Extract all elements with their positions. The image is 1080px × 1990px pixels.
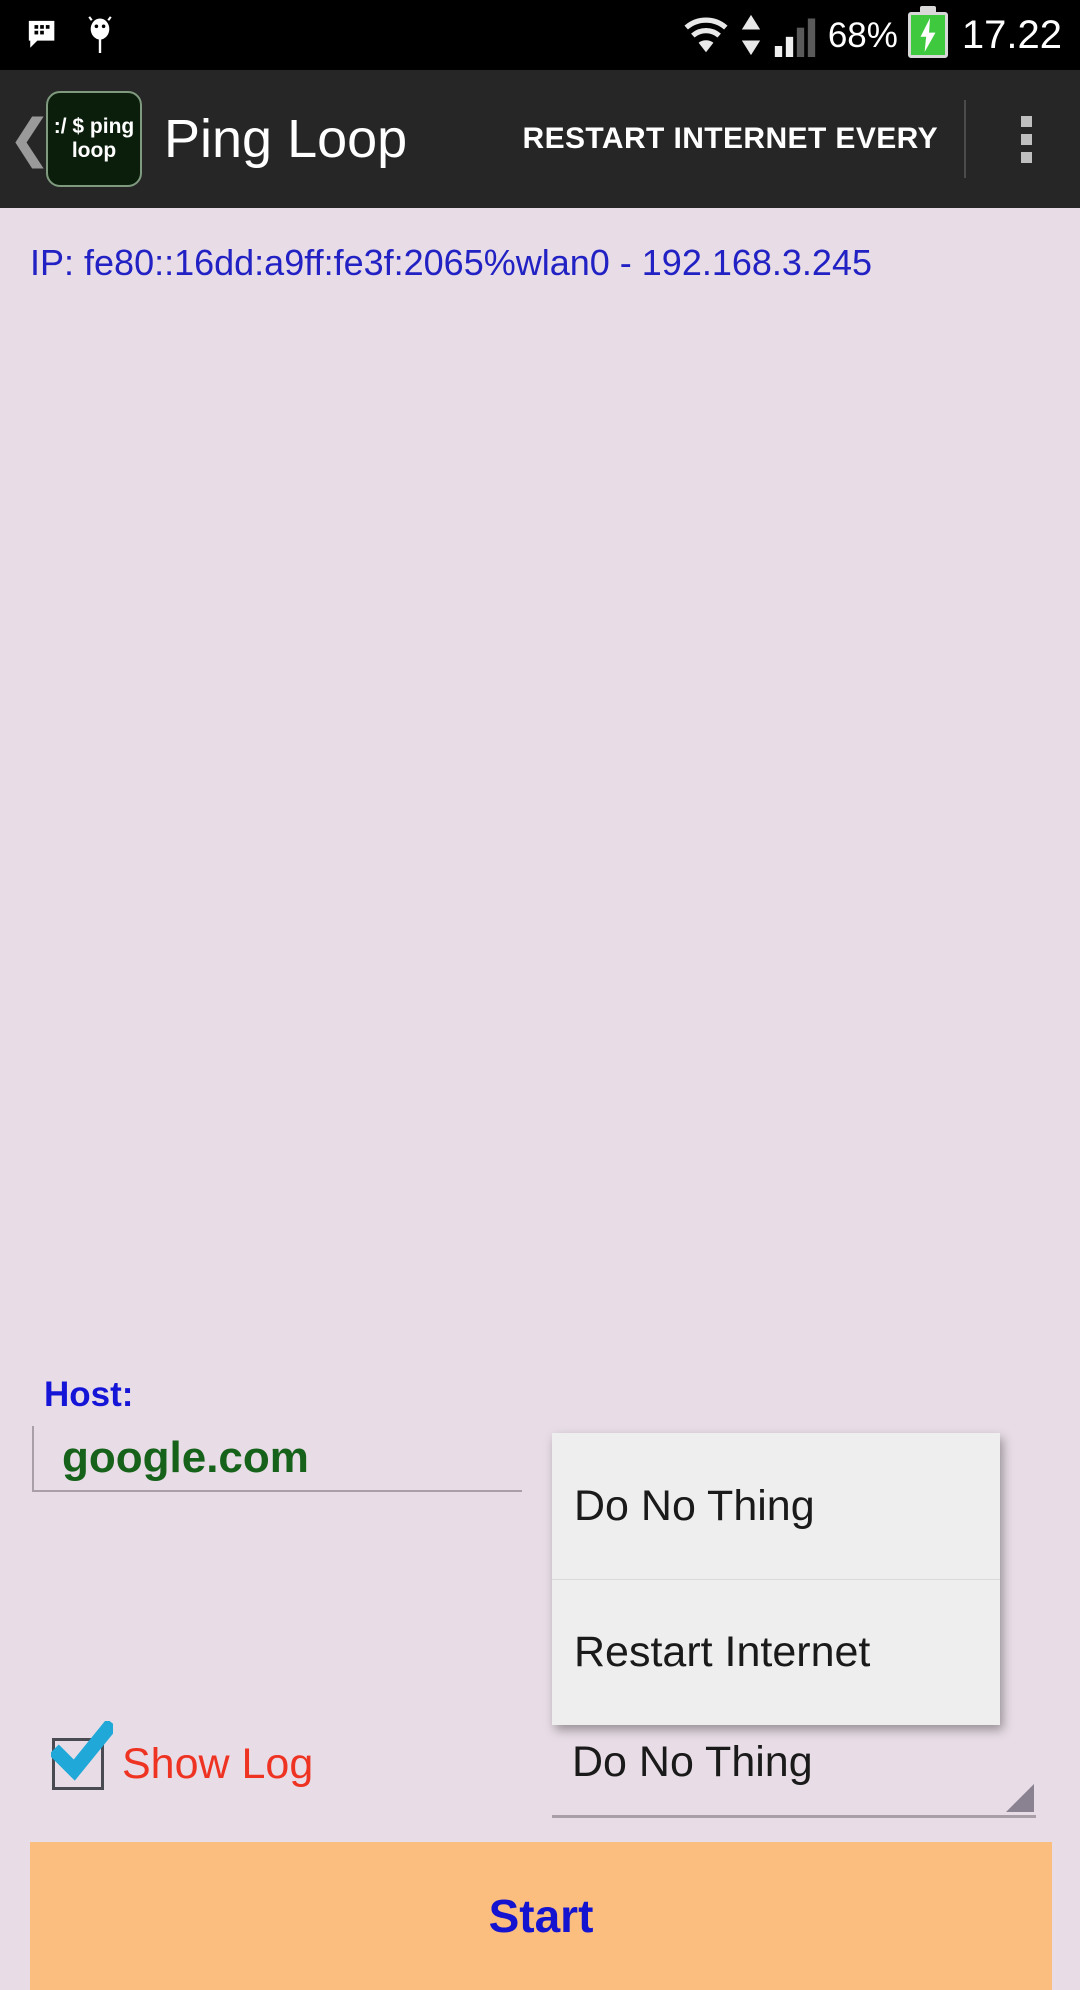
app-bar-divider	[964, 100, 966, 178]
spinner-dropdown-arrow-icon	[1006, 1784, 1034, 1812]
start-button[interactable]: Start	[30, 1842, 1052, 1990]
app-icon-line-1: :/ $ ping	[53, 115, 135, 139]
spinner-dropdown-popup[interactable]: Do No Thing Restart Internet	[552, 1433, 1000, 1725]
data-transfer-icon	[741, 14, 760, 56]
clock-label: 17.22	[961, 13, 1062, 57]
main-content: IP: fe80::16dd:a9ff:fe3f:2065%wlan0 - 19…	[0, 208, 1080, 1990]
show-log-checkbox-row[interactable]: Show Log	[51, 1721, 314, 1790]
page-title: Ping Loop	[164, 109, 408, 169]
show-log-label: Show Log	[122, 1739, 314, 1788]
checkmark-icon	[51, 1721, 113, 1781]
app-icon[interactable]: :/ $ ping loop	[46, 91, 142, 187]
spinner-selected-value: Do No Thing	[572, 1738, 813, 1786]
app-bar: ❮ :/ $ ping loop Ping Loop RESTART INTER…	[0, 70, 1080, 208]
signal-bars-icon	[774, 18, 815, 57]
overflow-dot	[1020, 115, 1032, 127]
android-robot-icon	[88, 16, 112, 53]
more-vertical-icon[interactable]	[996, 115, 1056, 163]
charging-bolt-icon	[920, 18, 936, 52]
show-log-checkbox[interactable]	[51, 1721, 113, 1790]
battery-percent-label: 68%	[827, 15, 898, 55]
battery-charging-icon	[907, 12, 948, 58]
overflow-dot	[1020, 133, 1032, 145]
action-restart-internet-every[interactable]: RESTART INTERNET EVERY	[523, 122, 939, 156]
status-bar-system-icons: 68% 17.22	[682, 0, 1062, 70]
overflow-dot	[1020, 151, 1032, 163]
status-bar: 68% 17.22	[0, 0, 1080, 70]
dropdown-option-do-no-thing[interactable]: Do No Thing	[552, 1433, 1000, 1579]
message-icon	[28, 20, 55, 48]
restart-action-spinner[interactable]: Do No Thing	[552, 1736, 1036, 1818]
host-label: Host:	[44, 1375, 134, 1414]
status-bar-notification-icons	[0, 15, 118, 55]
host-input[interactable]	[32, 1426, 522, 1492]
wifi-icon	[684, 17, 728, 53]
back-chevron-icon[interactable]: ❮	[8, 113, 52, 165]
ip-address-label: IP: fe80::16dd:a9ff:fe3f:2065%wlan0 - 19…	[30, 242, 872, 283]
dropdown-option-restart-internet[interactable]: Restart Internet	[552, 1579, 1000, 1725]
app-icon-line-2: loop	[71, 139, 117, 162]
